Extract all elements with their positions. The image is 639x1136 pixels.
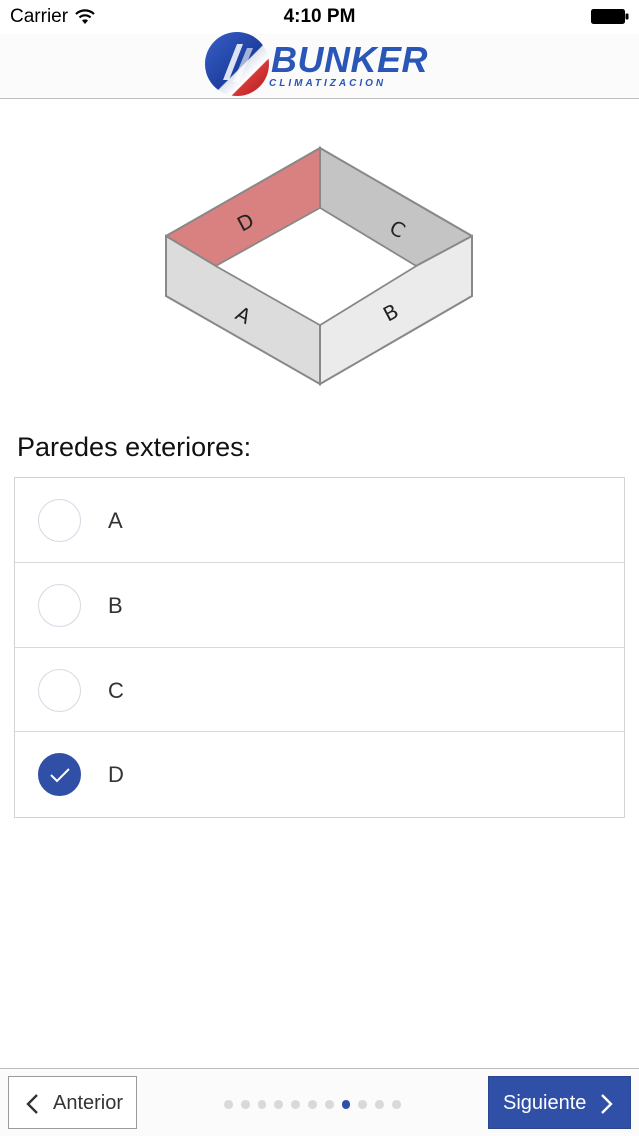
battery-icon — [591, 9, 629, 24]
next-label: Siguiente — [503, 1092, 587, 1114]
previous-button[interactable]: Anterior — [8, 1076, 137, 1129]
page-dot — [291, 1100, 300, 1109]
option-label: A — [108, 508, 123, 533]
page-dot — [257, 1100, 267, 1109]
option-b[interactable]: B — [15, 563, 624, 648]
radio-button[interactable] — [38, 499, 81, 542]
option-d[interactable]: D — [15, 732, 624, 817]
chevron-right-icon — [601, 1094, 613, 1114]
page-dot — [358, 1100, 368, 1109]
page-indicator — [224, 1100, 401, 1109]
logo-emblem-icon — [205, 32, 269, 96]
question-title: Paredes exteriores: — [17, 432, 252, 462]
radio-button[interactable] — [38, 668, 81, 712]
option-label: B — [108, 592, 123, 618]
page-dot — [375, 1100, 384, 1109]
page-dot — [240, 1100, 250, 1109]
page-dot-active — [341, 1100, 351, 1109]
radio-button-checked[interactable] — [38, 753, 81, 797]
page-dot — [274, 1100, 284, 1109]
previous-label: Anterior — [53, 1092, 124, 1114]
page-dot — [224, 1100, 233, 1109]
options-list: A B C D — [14, 477, 625, 818]
page-dot — [324, 1100, 334, 1109]
bottom-toolbar: Anterior Siguiente — [0, 1068, 639, 1136]
option-label: D — [108, 762, 124, 788]
radio-button[interactable] — [38, 583, 81, 627]
logo-wordmark: BUNKER — [271, 39, 429, 80]
status-time: 4:10 PM — [283, 6, 356, 27]
walls-diagram: D C A B — [165, 146, 473, 386]
chevron-left-icon — [26, 1094, 38, 1114]
bunker-logo: BUNKER CLIMATIZACION — [203, 30, 439, 98]
option-c[interactable]: C — [15, 648, 624, 733]
option-label: C — [108, 677, 124, 703]
status-bar: Carrier 4:10 PM — [0, 0, 639, 34]
checkmark-icon — [50, 768, 70, 783]
logo-subtitle: CLIMATIZACION — [269, 78, 387, 89]
next-button[interactable]: Siguiente — [488, 1076, 631, 1129]
option-a[interactable]: A — [15, 478, 624, 563]
page-dot — [391, 1100, 401, 1109]
page-dot — [307, 1100, 317, 1109]
